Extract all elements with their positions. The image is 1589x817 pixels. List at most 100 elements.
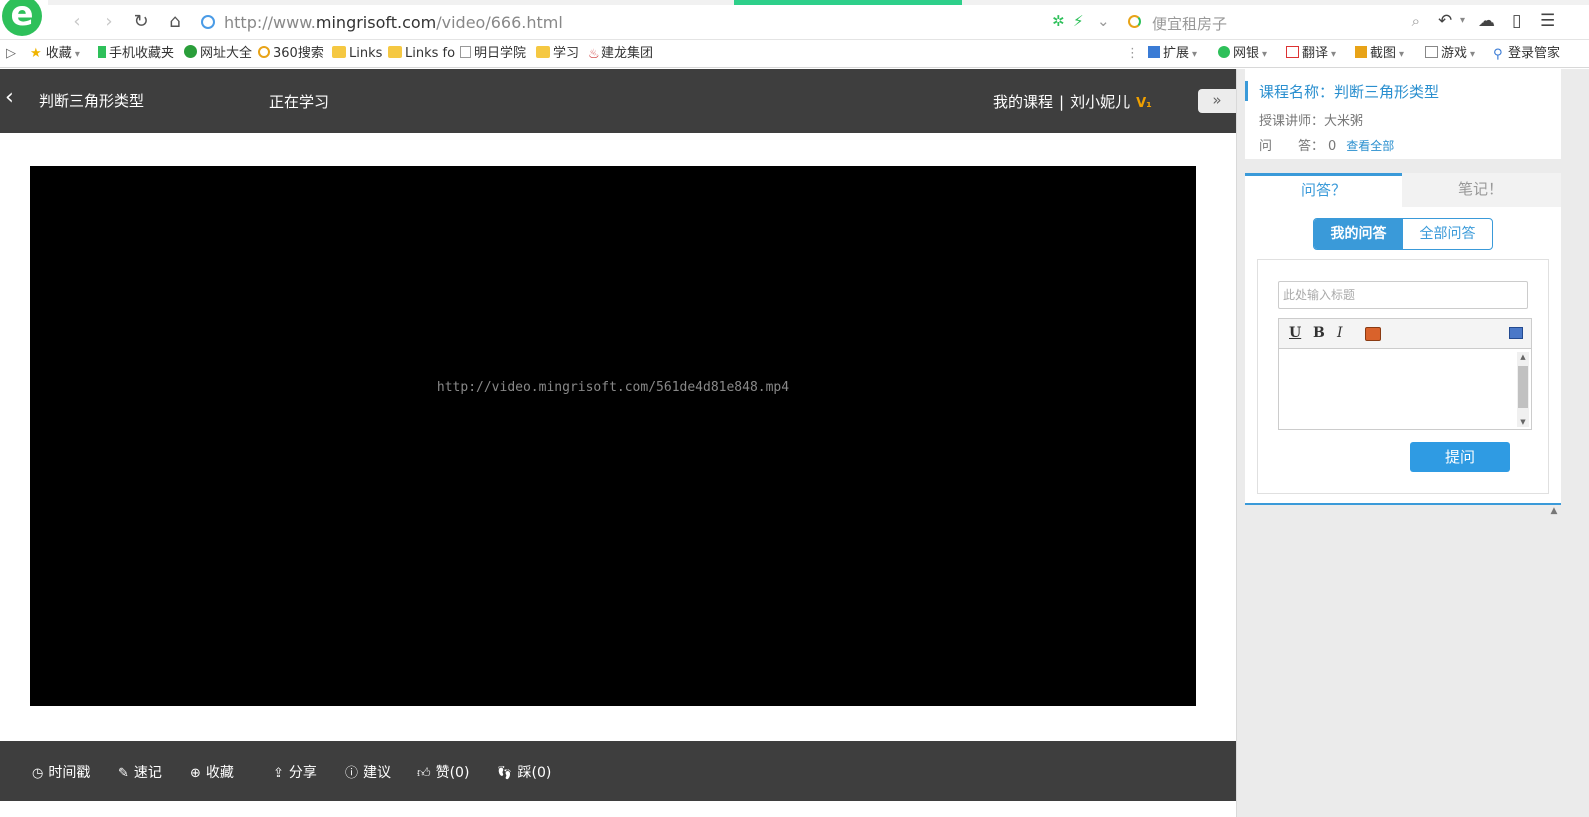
browser-logo[interactable]: e bbox=[2, 0, 42, 36]
speed-icon[interactable]: ✲ bbox=[1052, 11, 1065, 31]
chevron-down-icon[interactable]: ▾ bbox=[1460, 11, 1465, 31]
phone-icon[interactable]: ▯ bbox=[1512, 11, 1521, 31]
timestamp-button[interactable]: ◷ 时间戳 bbox=[32, 764, 90, 783]
fav-item-jianlong[interactable]: ♨建龙集团 bbox=[588, 45, 653, 63]
expand-panel-button[interactable]: » bbox=[1198, 89, 1236, 113]
tab-strip bbox=[48, 0, 1589, 5]
course-title: 判断三角形类型 bbox=[39, 92, 145, 110]
folder-icon bbox=[536, 46, 550, 58]
browser-toolbar: e ‹ › ↻ ⌂ http://www.mingrisoft.com/vide… bbox=[0, 0, 1589, 40]
forward-icon[interactable]: › bbox=[98, 11, 120, 33]
page-scrollbar[interactable]: ▲ bbox=[1548, 506, 1560, 806]
lightning-icon[interactable]: ⚡ bbox=[1073, 11, 1084, 31]
gamepad-icon bbox=[1425, 46, 1438, 58]
fav-item-mingri[interactable]: 明日学院 bbox=[460, 45, 526, 63]
right-panel: 课程名称：判断三角形类型 授课讲师：大米粥 问 答： 0 查看全部 问答？ 笔记！ … bbox=[1236, 69, 1589, 817]
ask-button[interactable]: 提问 bbox=[1410, 442, 1510, 472]
quicknote-button[interactable]: ✎ 速记 bbox=[118, 764, 162, 783]
italic-button[interactable]: I bbox=[1337, 325, 1343, 341]
ext-bank[interactable]: 网银 ▾ bbox=[1218, 45, 1267, 63]
star-icon: ★ bbox=[30, 46, 42, 61]
site-info-icon[interactable] bbox=[201, 15, 215, 29]
scissors-icon bbox=[1355, 46, 1367, 58]
learning-status: 正在学习 bbox=[269, 93, 330, 111]
insert-image-icon[interactable] bbox=[1365, 327, 1381, 341]
scroll-thumb[interactable] bbox=[1518, 366, 1528, 408]
tab-notes[interactable]: 笔记！ bbox=[1402, 173, 1559, 207]
ext-games[interactable]: 游戏 ▾ bbox=[1425, 45, 1475, 63]
ext-translate[interactable]: 翻译 ▾ bbox=[1286, 45, 1336, 63]
search-icon[interactable]: ⌕ bbox=[1412, 12, 1420, 30]
thumbs-up-icon: 👍︎ bbox=[417, 766, 431, 781]
fav-item-sites[interactable]: 网址大全 bbox=[184, 45, 252, 63]
chevron-down-icon[interactable]: ⌄ bbox=[1097, 11, 1110, 31]
sidebar-toggle-icon[interactable]: ▷ bbox=[6, 45, 16, 63]
video-player[interactable]: http://video.mingrisoft.com/561de4d81e84… bbox=[30, 166, 1196, 706]
my-qa-button[interactable]: 我的问答 bbox=[1314, 219, 1403, 249]
phone-icon bbox=[98, 46, 106, 58]
dislike-button[interactable]: 👣︎ 踩(0) bbox=[496, 764, 551, 783]
reload-icon[interactable]: ↻ bbox=[130, 11, 152, 33]
like-button[interactable]: 👍︎ 赞(0) bbox=[417, 764, 469, 783]
qa-summary: 问 答： 0 查看全部 bbox=[1259, 139, 1395, 154]
favorites-bar: ▷ ★ 收藏 ▾ 手机收藏夹 网址大全 360搜索 Links Links fo … bbox=[0, 40, 1589, 68]
course-header: ‹ 判断三角形类型 正在学习 我的课程 | 刘小妮儿 V₁ » bbox=[0, 69, 1236, 133]
back-icon[interactable]: ‹ bbox=[66, 11, 88, 33]
fav-item-mobile[interactable]: 手机收藏夹 bbox=[98, 45, 174, 63]
editor-scrollbar[interactable]: ▲ ▼ bbox=[1517, 352, 1529, 427]
username-link[interactable]: 刘小妮儿 bbox=[1070, 93, 1130, 111]
fav-item-collect[interactable]: ★ 收藏 ▾ bbox=[30, 45, 80, 63]
yen-icon bbox=[1218, 46, 1230, 58]
my-courses-link[interactable]: 我的课程 bbox=[993, 93, 1053, 111]
active-tab-indicator bbox=[734, 0, 962, 5]
search-engine-icon[interactable] bbox=[1128, 15, 1141, 28]
all-qa-button[interactable]: 全部问答 bbox=[1403, 219, 1492, 249]
more-icon[interactable]: ⋮ bbox=[1126, 45, 1139, 63]
separator: | bbox=[1059, 93, 1065, 111]
favorite-button[interactable]: ⊕ 收藏 bbox=[190, 764, 234, 783]
panel-divider bbox=[1245, 503, 1561, 505]
search-icon: ⚲ bbox=[1493, 47, 1503, 62]
back-arrow-icon[interactable]: ‹ bbox=[5, 85, 14, 110]
address-bar[interactable]: http://www.mingrisoft.com/video/666.html bbox=[196, 8, 1116, 36]
share-button[interactable]: ⇪ 分享 bbox=[273, 764, 317, 783]
info-icon: ⓘ bbox=[345, 766, 359, 781]
fav-item-links[interactable]: Links bbox=[332, 45, 382, 63]
page-icon: ♨ bbox=[588, 47, 600, 62]
underline-button[interactable]: U bbox=[1289, 325, 1301, 341]
source-view-icon[interactable] bbox=[1509, 327, 1523, 339]
cloud-icon[interactable]: ☁ bbox=[1478, 11, 1495, 31]
suggest-button[interactable]: ⓘ 建议 bbox=[345, 764, 391, 783]
ext-screenshot[interactable]: 截图 ▾ bbox=[1355, 45, 1404, 63]
menu-icon[interactable]: ☰ bbox=[1540, 11, 1555, 31]
fav-item-study[interactable]: 学习 bbox=[536, 45, 579, 63]
ext-login-manager[interactable]: ⚲ 登录管家 bbox=[1493, 45, 1560, 63]
fav-item-linksfo[interactable]: Links fo bbox=[388, 45, 455, 63]
search-box[interactable]: 便宜租房子 ⌕ bbox=[1124, 10, 1424, 34]
folder-icon bbox=[332, 46, 346, 58]
home-icon[interactable]: ⌂ bbox=[164, 11, 186, 33]
tab-strip: 问答？ 笔记！ bbox=[1245, 173, 1561, 207]
undo-icon[interactable]: ↶ bbox=[1438, 11, 1452, 31]
teacher-label: 授课讲师：大米粥 bbox=[1259, 114, 1364, 129]
editor-textarea[interactable]: ▲ ▼ bbox=[1279, 350, 1531, 429]
scroll-up-icon[interactable]: ▲ bbox=[1548, 506, 1560, 516]
editor-toolbar: U B I bbox=[1279, 319, 1531, 349]
qa-count: 0 bbox=[1328, 139, 1337, 154]
pencil-icon: ✎ bbox=[118, 766, 129, 781]
url-text[interactable]: http://www.mingrisoft.com/video/666.html bbox=[224, 13, 563, 32]
globe-icon bbox=[184, 45, 197, 58]
tab-qa[interactable]: 问答？ bbox=[1245, 173, 1402, 207]
question-title-input[interactable] bbox=[1278, 281, 1528, 309]
vip-badge: V₁ bbox=[1136, 96, 1152, 111]
scroll-down-icon[interactable]: ▼ bbox=[1517, 418, 1529, 426]
ask-question-form: U B I ▲ ▼ 提问 bbox=[1257, 259, 1549, 494]
user-links: 我的课程 | 刘小妮儿 V₁ bbox=[993, 91, 1152, 112]
scroll-up-icon[interactable]: ▲ bbox=[1517, 353, 1529, 361]
fav-item-360[interactable]: 360搜索 bbox=[258, 45, 324, 63]
rich-text-editor: U B I ▲ ▼ bbox=[1278, 318, 1532, 430]
view-all-link[interactable]: 查看全部 bbox=[1346, 139, 1394, 153]
ext-extend[interactable]: 扩展 ▾ bbox=[1148, 45, 1197, 63]
search-input[interactable]: 便宜租房子 bbox=[1152, 13, 1227, 34]
bold-button[interactable]: B bbox=[1313, 325, 1325, 341]
